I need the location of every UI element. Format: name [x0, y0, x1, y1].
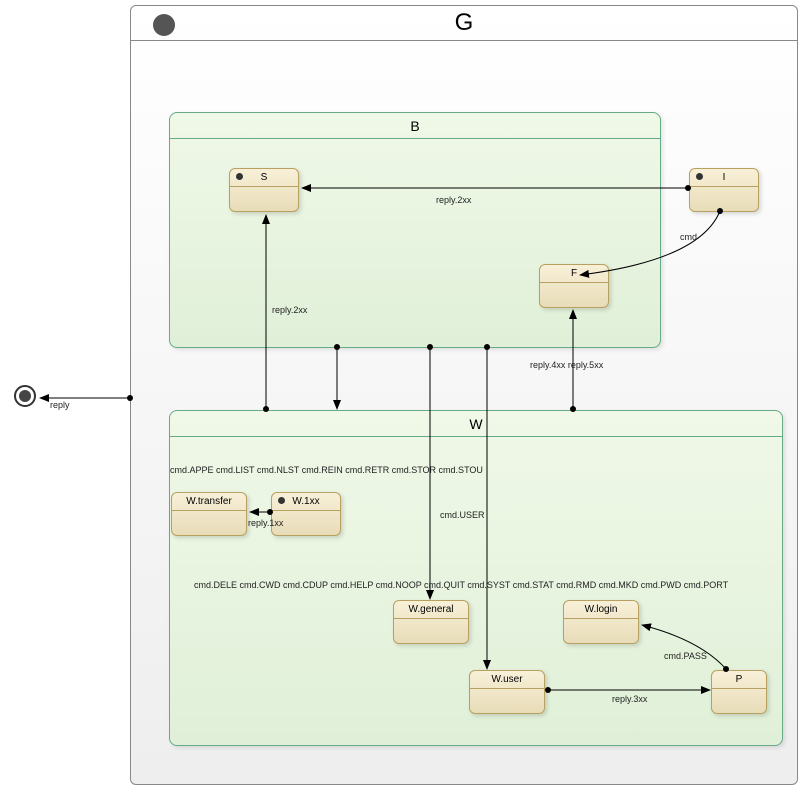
state-w-1xx: W.1xx [271, 492, 341, 536]
region-g-title: G [455, 9, 474, 37]
state-f: F [539, 264, 609, 308]
state-w-transfer-label: W.transfer [186, 496, 232, 507]
initial-dot-icon [696, 173, 703, 180]
state-w-transfer-header: W.transfer [172, 493, 246, 511]
state-w-transfer: W.transfer [171, 492, 247, 536]
edge-label: reply.2xx [272, 305, 307, 315]
initial-dot-icon [236, 173, 243, 180]
state-s-label: S [261, 172, 268, 183]
initial-state-icon [153, 14, 175, 36]
edge-label: cmd.USER [440, 510, 485, 520]
edge-label: cmd.PASS [664, 651, 707, 661]
state-w-general-label: W.general [408, 604, 453, 615]
edge-label: reply.3xx [612, 694, 647, 704]
edge-label: reply.1xx [248, 518, 283, 528]
state-w-user-header: W.user [470, 671, 544, 689]
composite-b: B [169, 112, 661, 348]
state-w-general: W.general [393, 600, 469, 644]
state-i-header: I [690, 169, 758, 187]
state-i: I [689, 168, 759, 212]
state-s: S [229, 168, 299, 212]
initial-dot-icon [278, 497, 285, 504]
state-w-1xx-label: W.1xx [292, 496, 319, 507]
state-w-general-header: W.general [394, 601, 468, 619]
edge-label: cmd.DELE cmd.CWD cmd.CDUP cmd.HELP cmd.N… [194, 580, 728, 590]
state-w-1xx-header: W.1xx [272, 493, 340, 511]
composite-b-label: B [410, 118, 419, 134]
state-w-login-header: W.login [564, 601, 638, 619]
edge-label: reply.4xx reply.5xx [530, 360, 603, 370]
composite-w-header: W [170, 411, 782, 437]
state-f-label: F [571, 268, 577, 279]
region-g-header: G [131, 6, 797, 41]
region-g: G B W S I [130, 5, 798, 785]
statechart-diagram: G B W S I [0, 0, 807, 791]
state-p-header: P [712, 671, 766, 689]
state-w-login: W.login [563, 600, 639, 644]
state-w-user-label: W.user [491, 674, 522, 685]
state-s-header: S [230, 169, 298, 187]
edge-label: reply.2xx [436, 195, 471, 205]
edge-label: cmd.APPE cmd.LIST cmd.NLST cmd.REIN cmd.… [170, 465, 483, 475]
final-state [14, 385, 36, 407]
edge-label: reply [50, 400, 70, 410]
state-f-header: F [540, 265, 608, 283]
state-p-label: P [736, 674, 743, 685]
state-i-label: I [723, 172, 726, 183]
state-w-user: W.user [469, 670, 545, 714]
state-p: P [711, 670, 767, 714]
composite-b-header: B [170, 113, 660, 139]
composite-w-label: W [469, 416, 482, 432]
edge-label: cmd [680, 232, 697, 242]
state-w-login-label: W.login [585, 604, 618, 615]
